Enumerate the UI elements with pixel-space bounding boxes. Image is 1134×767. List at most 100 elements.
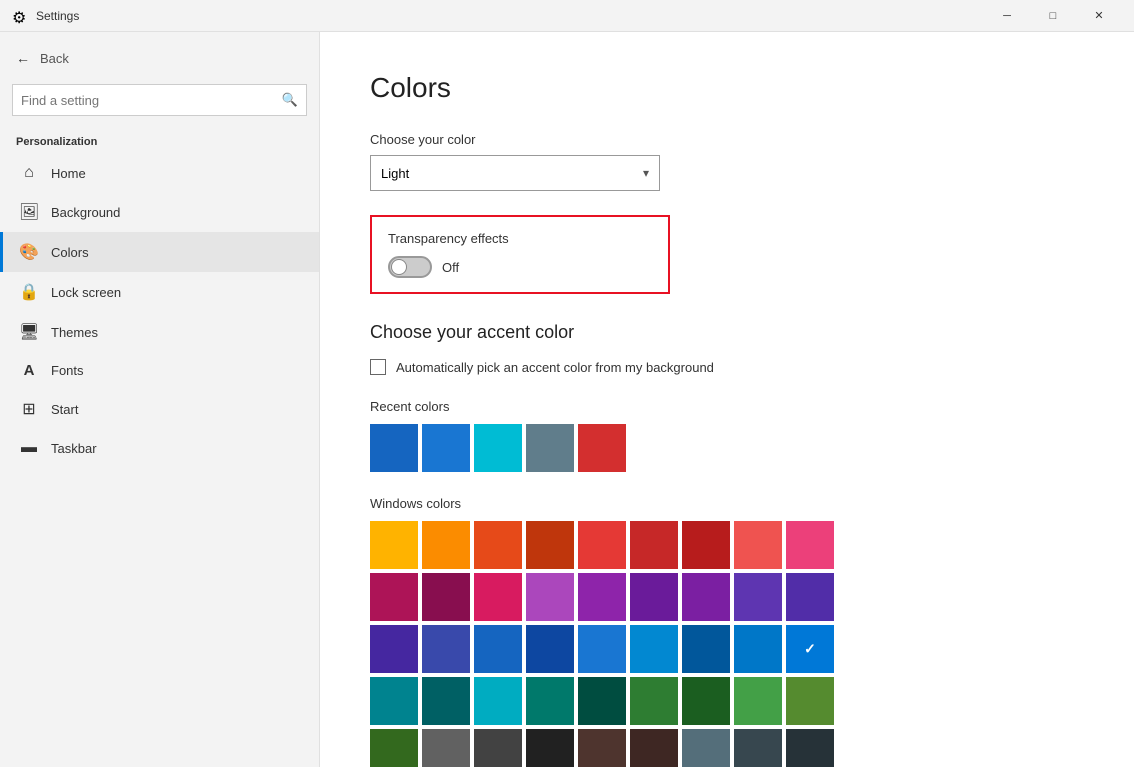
back-arrow-icon: ← — [16, 50, 30, 66]
windows-color-swatch[interactable] — [786, 625, 834, 673]
windows-color-swatch[interactable] — [630, 677, 678, 725]
windows-color-swatch[interactable] — [578, 729, 626, 767]
windows-color-swatch[interactable] — [526, 625, 574, 673]
search-icon: 🔍 — [282, 92, 298, 108]
recent-color-swatch[interactable] — [422, 424, 470, 472]
close-button[interactable]: ✕ — [1076, 0, 1122, 32]
auto-pick-checkbox[interactable] — [370, 359, 386, 375]
windows-color-swatch[interactable] — [474, 677, 522, 725]
windows-color-swatch[interactable] — [370, 573, 418, 621]
accent-color-section: Choose your accent color Automatically p… — [370, 322, 1084, 375]
windows-color-swatch[interactable] — [734, 677, 782, 725]
windows-color-swatch[interactable] — [578, 677, 626, 725]
sidebar-item-themes[interactable]: 🖥 Themes — [0, 312, 319, 352]
windows-color-swatch[interactable] — [526, 573, 574, 621]
home-icon: ⌂ — [19, 164, 39, 182]
sidebar: ← Back 🔍 Personalization ⌂ Home 🖼 Backgr… — [0, 32, 320, 767]
auto-pick-label: Automatically pick an accent color from … — [396, 360, 714, 375]
recent-colors-swatches — [370, 424, 1084, 472]
windows-color-swatch[interactable] — [526, 677, 574, 725]
windows-color-swatch[interactable] — [370, 521, 418, 569]
transparency-label: Transparency effects — [388, 231, 652, 246]
windows-color-swatch[interactable] — [786, 573, 834, 621]
windows-color-swatch[interactable] — [682, 573, 730, 621]
windows-color-swatch[interactable] — [370, 677, 418, 725]
transparency-box: Transparency effects Off — [370, 215, 670, 294]
windows-color-swatch[interactable] — [786, 729, 834, 767]
sidebar-item-taskbar[interactable]: ▬ Taskbar — [0, 429, 319, 467]
toggle-status: Off — [442, 260, 459, 275]
sidebar-item-fonts-label: Fonts — [51, 363, 84, 378]
recent-color-swatch[interactable] — [474, 424, 522, 472]
windows-color-swatch[interactable] — [630, 573, 678, 621]
lock-icon: 🔒 — [19, 282, 39, 302]
sidebar-item-start-label: Start — [51, 402, 78, 417]
windows-colors-section: Windows colors — [370, 496, 1084, 767]
windows-color-swatch[interactable] — [630, 729, 678, 767]
app-body: ← Back 🔍 Personalization ⌂ Home 🖼 Backgr… — [0, 32, 1134, 767]
windows-colors-grid — [370, 521, 1084, 767]
background-icon: 🖼 — [19, 202, 39, 222]
windows-color-swatch[interactable] — [474, 729, 522, 767]
recent-color-swatch[interactable] — [526, 424, 574, 472]
windows-color-swatch[interactable] — [578, 573, 626, 621]
recent-color-swatch[interactable] — [370, 424, 418, 472]
windows-color-swatch[interactable] — [734, 729, 782, 767]
windows-color-swatch[interactable] — [526, 521, 574, 569]
windows-color-swatch[interactable] — [578, 625, 626, 673]
titlebar-title: Settings — [36, 9, 984, 23]
windows-color-swatch[interactable] — [734, 521, 782, 569]
sidebar-item-themes-label: Themes — [51, 325, 98, 340]
window-controls: ─ □ ✕ — [984, 0, 1122, 32]
windows-color-swatch[interactable] — [422, 625, 470, 673]
windows-color-swatch[interactable] — [630, 625, 678, 673]
taskbar-icon: ▬ — [19, 439, 39, 457]
sidebar-item-start[interactable]: ⊞ Start — [0, 389, 319, 429]
sidebar-item-home[interactable]: ⌂ Home — [0, 154, 319, 192]
back-button[interactable]: ← Back — [0, 40, 319, 76]
windows-color-swatch[interactable] — [682, 521, 730, 569]
sidebar-item-colors[interactable]: 🎨 Colors — [0, 232, 319, 272]
windows-color-swatch[interactable] — [734, 625, 782, 673]
windows-color-swatch[interactable] — [422, 677, 470, 725]
themes-icon: 🖥 — [19, 322, 39, 342]
recent-color-swatch[interactable] — [578, 424, 626, 472]
windows-color-swatch[interactable] — [630, 521, 678, 569]
windows-color-swatch[interactable] — [474, 573, 522, 621]
windows-colors-label: Windows colors — [370, 496, 1084, 511]
windows-color-swatch[interactable] — [578, 521, 626, 569]
windows-color-swatch[interactable] — [786, 677, 834, 725]
windows-color-swatch[interactable] — [734, 573, 782, 621]
auto-pick-row: Automatically pick an accent color from … — [370, 359, 1084, 375]
windows-color-swatch[interactable] — [474, 521, 522, 569]
sidebar-item-taskbar-label: Taskbar — [51, 441, 97, 456]
search-input[interactable] — [21, 93, 282, 108]
color-dropdown[interactable]: Light ▾ — [370, 155, 660, 191]
windows-color-swatch[interactable] — [370, 729, 418, 767]
windows-color-swatch[interactable] — [682, 625, 730, 673]
maximize-button[interactable]: □ — [1030, 0, 1076, 32]
transparency-toggle[interactable] — [388, 256, 432, 278]
choose-color-label: Choose your color — [370, 132, 1084, 147]
sidebar-item-colors-label: Colors — [51, 245, 89, 260]
windows-color-swatch[interactable] — [526, 729, 574, 767]
minimize-button[interactable]: ─ — [984, 0, 1030, 32]
search-box[interactable]: 🔍 — [12, 84, 307, 116]
accent-title: Choose your accent color — [370, 322, 1084, 343]
toggle-knob — [391, 259, 407, 275]
windows-color-swatch[interactable] — [422, 573, 470, 621]
windows-color-swatch[interactable] — [422, 729, 470, 767]
windows-color-swatch[interactable] — [422, 521, 470, 569]
windows-color-swatch[interactable] — [682, 729, 730, 767]
titlebar: ⚙ Settings ─ □ ✕ — [0, 0, 1134, 32]
sidebar-item-lock-screen[interactable]: 🔒 Lock screen — [0, 272, 319, 312]
sidebar-item-fonts[interactable]: A Fonts — [0, 352, 319, 389]
windows-color-swatch[interactable] — [370, 625, 418, 673]
windows-color-swatch[interactable] — [786, 521, 834, 569]
sidebar-item-background[interactable]: 🖼 Background — [0, 192, 319, 232]
content-area: Colors Choose your color Light ▾ Transpa… — [320, 32, 1134, 767]
windows-color-swatch[interactable] — [682, 677, 730, 725]
choose-color-section: Choose your color Light ▾ — [370, 132, 1084, 191]
windows-color-swatch[interactable] — [474, 625, 522, 673]
recent-colors-label: Recent colors — [370, 399, 1084, 414]
